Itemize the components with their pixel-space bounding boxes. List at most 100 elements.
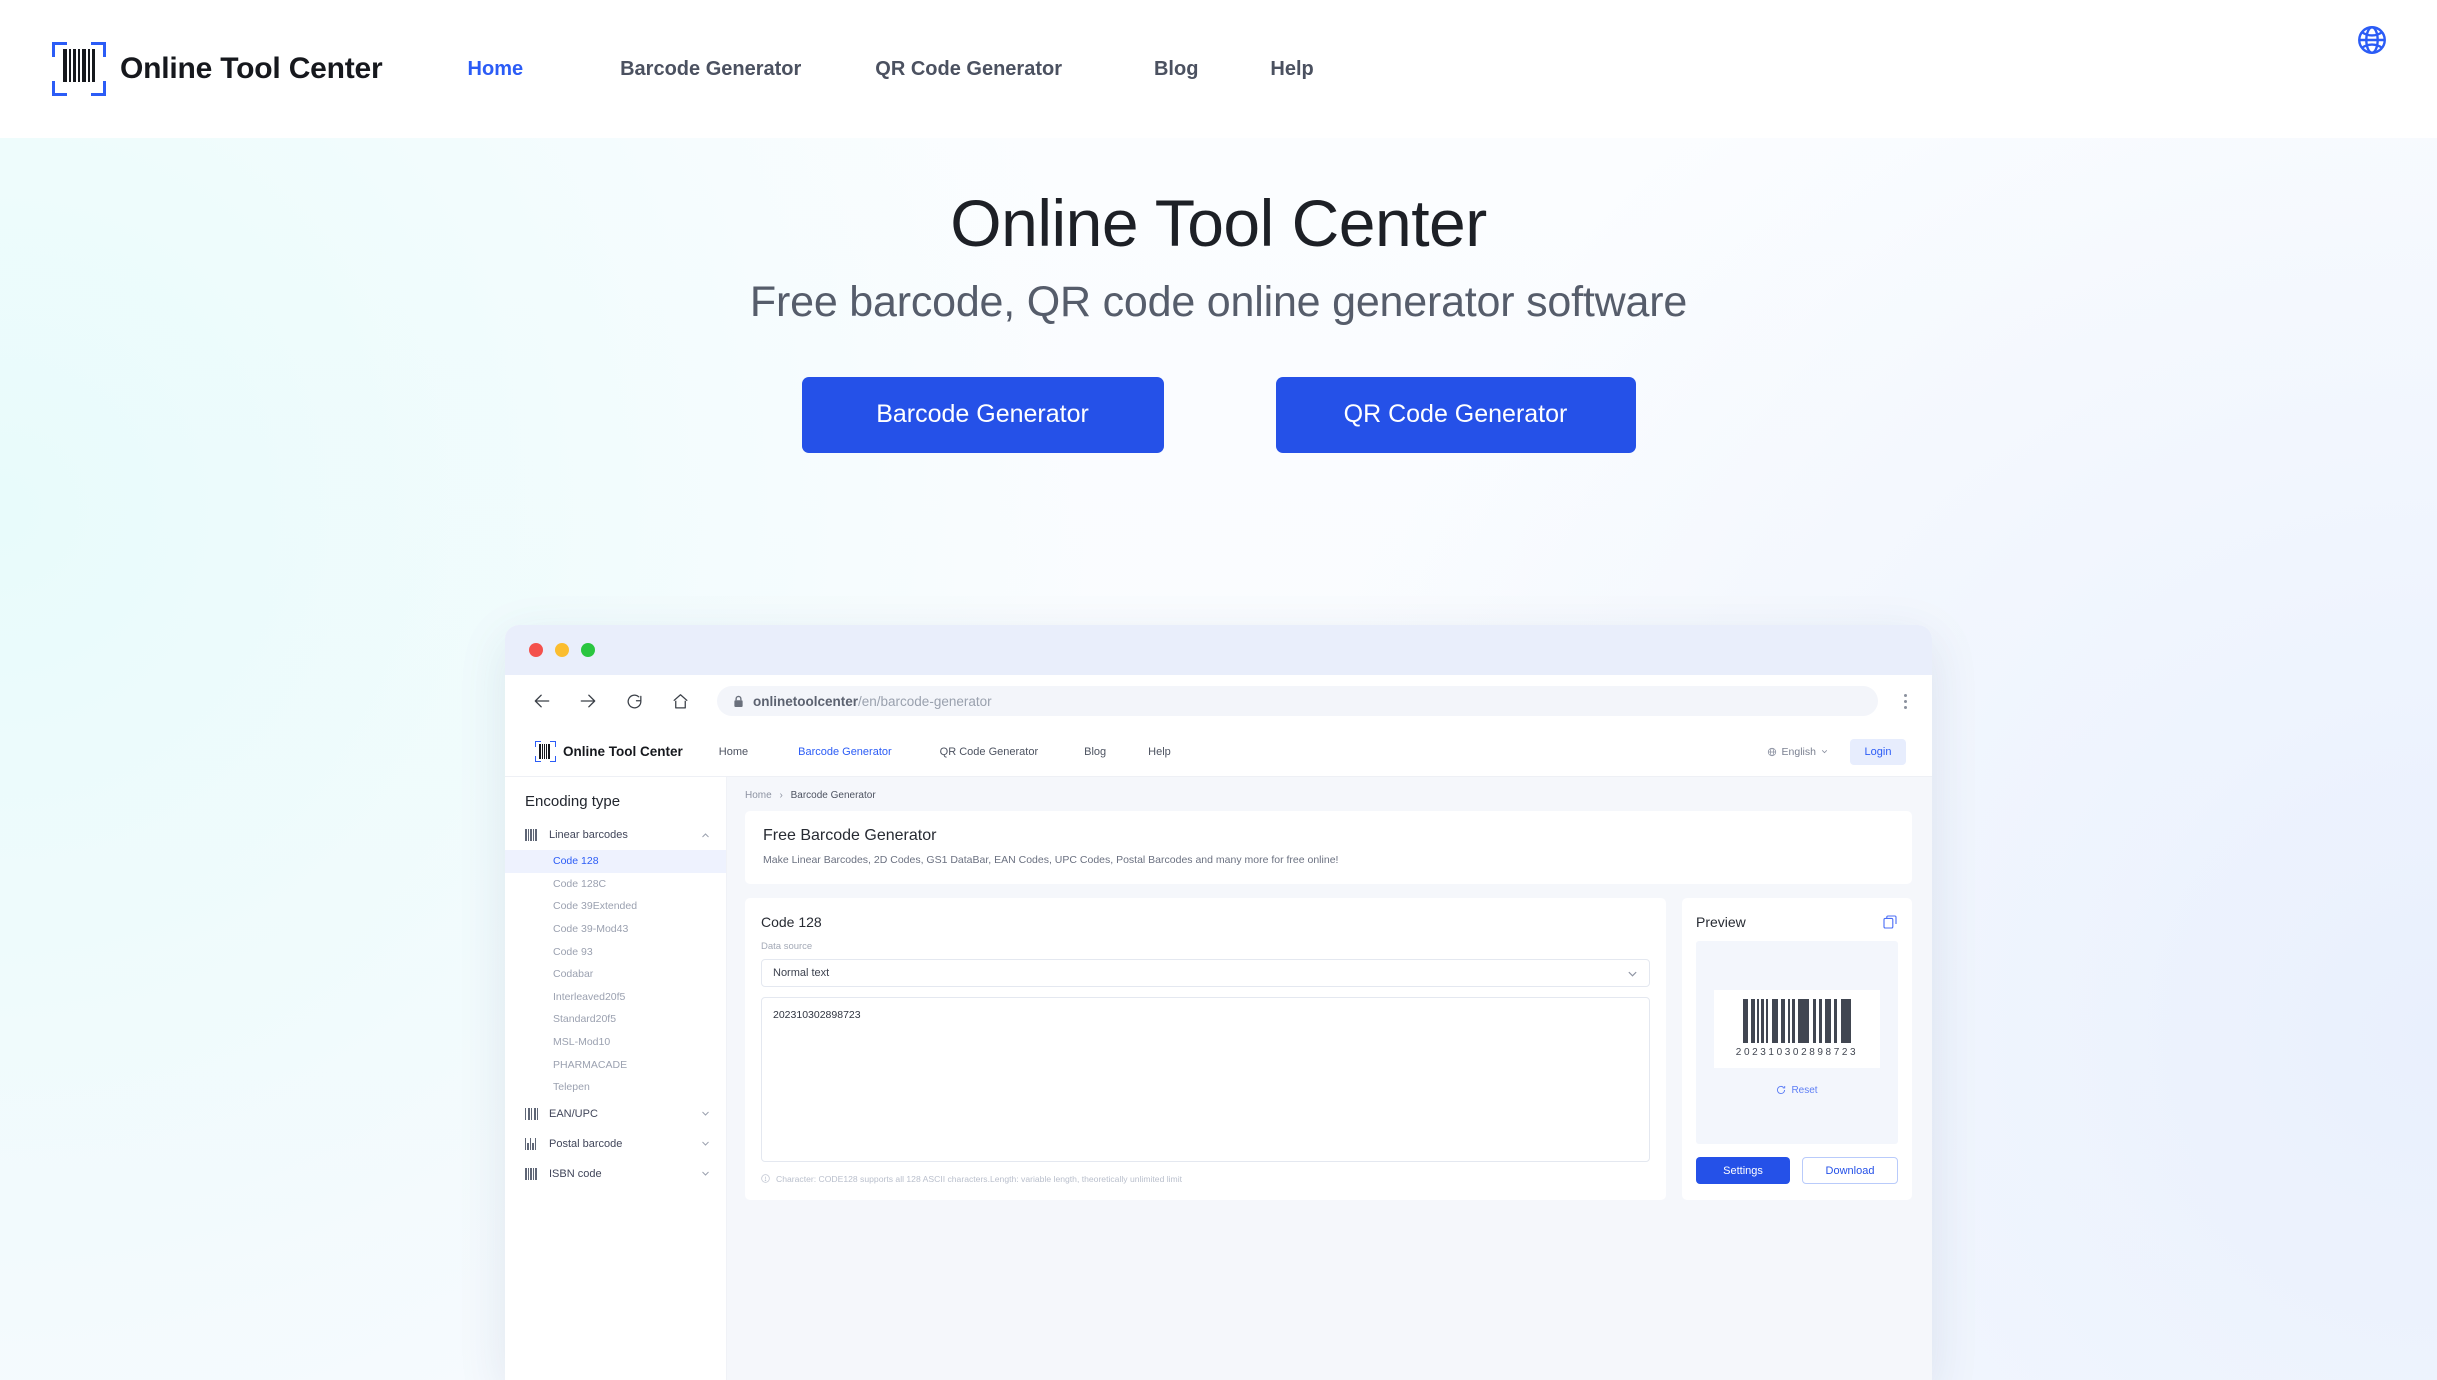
reload-icon[interactable] xyxy=(619,686,649,716)
nav-item-home[interactable]: Home xyxy=(468,50,524,89)
chevron-up-icon xyxy=(702,832,709,837)
mock-barcode-logo-icon xyxy=(535,741,556,762)
barcode-group-icon xyxy=(525,829,539,841)
arrow-left-icon[interactable] xyxy=(527,686,557,716)
barcode-data-input[interactable]: 202310302898723 xyxy=(761,997,1650,1162)
sidebar-item-codabar[interactable]: Codabar xyxy=(505,963,726,986)
mock-site: Online Tool Center Home Barcode Generato… xyxy=(505,727,1932,1380)
sidebar-item-pharmacade[interactable]: PHARMACADE xyxy=(505,1053,726,1076)
nav-item-blog[interactable]: Blog xyxy=(1154,50,1198,89)
url-path: /en/barcode-generator xyxy=(858,693,992,709)
browser-mockup: onlinetoolcenter/en/barcode-generator On… xyxy=(505,625,1932,1380)
data-source-label: Data source xyxy=(761,941,813,952)
preview-actions: Settings Download xyxy=(1696,1157,1898,1184)
panels-row: Code 128 Data source Normal text 2023103… xyxy=(745,898,1912,1200)
sidebar-item-telepen[interactable]: Telepen xyxy=(505,1076,726,1099)
sidebar-group-label: Linear barcodes xyxy=(549,829,628,841)
arrow-right-icon[interactable] xyxy=(573,686,603,716)
chevron-down-icon xyxy=(702,1141,709,1146)
mock-nav-barcode-generator[interactable]: Barcode Generator xyxy=(798,746,892,758)
nav-item-qr-code-generator[interactable]: QR Code Generator xyxy=(875,50,1062,89)
page-root: Online Tool Center Home Barcode Generato… xyxy=(0,0,2437,1380)
language-selector[interactable]: English xyxy=(1767,746,1828,758)
url-host: onlinetoolcenter xyxy=(753,693,859,709)
barcode-image: 202310302898723 xyxy=(1714,989,1880,1068)
download-button[interactable]: Download xyxy=(1802,1157,1898,1184)
sidebar-item-code-128c[interactable]: Code 128C xyxy=(505,873,726,896)
postal-barcode-group-icon xyxy=(525,1137,539,1150)
data-source-select[interactable]: Normal text xyxy=(761,959,1650,987)
kebab-menu-icon[interactable] xyxy=(1896,693,1914,709)
encoding-type-sidebar: Encoding type Linear barcodes Code 128 C… xyxy=(505,777,727,1380)
sidebar-title: Encoding type xyxy=(525,793,621,810)
barcode-bars xyxy=(1743,999,1851,1043)
sidebar-item-code-39-mod43[interactable]: Code 39-Mod43 xyxy=(505,918,726,941)
sidebar-group-ean-upc[interactable]: EAN/UPC xyxy=(505,1099,726,1129)
minimize-window-dot[interactable] xyxy=(555,643,569,657)
sidebar-group-isbn-code[interactable]: ISBN code xyxy=(505,1159,726,1189)
breadcrumb-home[interactable]: Home xyxy=(745,790,772,801)
site-header: Online Tool Center Home Barcode Generato… xyxy=(505,727,1932,777)
preview-title: Preview xyxy=(1696,914,1746,930)
nav-item-barcode-generator[interactable]: Barcode Generator xyxy=(620,50,801,89)
site-logo[interactable]: Online Tool Center xyxy=(52,42,383,96)
mock-nav-help[interactable]: Help xyxy=(1148,746,1171,758)
breadcrumb-current: Barcode Generator xyxy=(790,790,876,801)
sidebar-item-standard20f5[interactable]: Standard20f5 xyxy=(505,1008,726,1031)
preview-panel: Preview 202310302898723 Reset Settings D… xyxy=(1682,898,1912,1200)
address-bar[interactable]: onlinetoolcenter/en/barcode-generator xyxy=(717,686,1878,716)
intro-title: Free Barcode Generator xyxy=(763,827,937,844)
intro-panel: Free Barcode Generator Make Linear Barco… xyxy=(745,811,1912,884)
barcode-digits: 202310302898723 xyxy=(1735,1047,1859,1058)
cta-button-row: Barcode Generator QR Code Generator xyxy=(0,376,2437,453)
barcode-logo-icon xyxy=(52,42,106,96)
mock-site-logo[interactable]: Online Tool Center xyxy=(535,741,683,762)
globe-icon[interactable] xyxy=(2355,23,2389,57)
home-icon[interactable] xyxy=(665,686,695,716)
mock-nav-qr-code-generator[interactable]: QR Code Generator xyxy=(940,746,1038,758)
sidebar-group-label: ISBN code xyxy=(549,1167,602,1180)
sidebar-group-postal-barcode[interactable]: Postal barcode xyxy=(505,1129,726,1159)
breadcrumb: Home › Barcode Generator xyxy=(745,790,1912,801)
sidebar-item-code-39extended[interactable]: Code 39Extended xyxy=(505,895,726,918)
site-body: Encoding type Linear barcodes Code 128 C… xyxy=(505,777,1932,1380)
settings-button[interactable]: Settings xyxy=(1696,1157,1790,1184)
sidebar-group-label: Postal barcode xyxy=(549,1137,623,1150)
lock-icon xyxy=(733,695,744,708)
hero-section: Online Tool Center Free barcode, QR code… xyxy=(0,138,2437,453)
reset-label: Reset xyxy=(1791,1084,1818,1096)
globe-small-icon xyxy=(1767,747,1776,756)
mock-nav-home[interactable]: Home xyxy=(719,746,748,758)
close-window-dot[interactable] xyxy=(529,643,543,657)
sidebar-group-linear-barcodes[interactable]: Linear barcodes xyxy=(505,820,726,850)
reset-icon xyxy=(1777,1085,1786,1094)
barcode-generator-button[interactable]: Barcode Generator xyxy=(801,376,1164,453)
sidebar-group-label: EAN/UPC xyxy=(549,1107,598,1120)
sidebar-item-msl-mod10[interactable]: MSL-Mod10 xyxy=(505,1031,726,1054)
preview-header: Preview xyxy=(1696,914,1898,930)
chevron-down-icon xyxy=(702,1111,709,1116)
copy-icon[interactable] xyxy=(1882,914,1898,930)
maximize-window-dot[interactable] xyxy=(581,643,595,657)
url-text: onlinetoolcenter/en/barcode-generator xyxy=(753,694,992,709)
reset-button[interactable]: Reset xyxy=(1776,1084,1818,1096)
sidebar-item-interleaved20f5[interactable]: Interleaved20f5 xyxy=(505,986,726,1009)
browser-toolbar: onlinetoolcenter/en/barcode-generator xyxy=(505,675,1932,727)
logo-text: Online Tool Center xyxy=(120,52,383,85)
editor-hint-text: Character: CODE128 supports all 128 ASCI… xyxy=(776,1174,1183,1184)
page-subtitle: Free barcode, QR code online generator s… xyxy=(749,277,1688,326)
login-button[interactable]: Login xyxy=(1850,738,1906,765)
editor-panel: Code 128 Data source Normal text 2023103… xyxy=(745,898,1666,1200)
intro-description: Make Linear Barcodes, 2D Codes, GS1 Data… xyxy=(763,854,1339,866)
breadcrumb-separator: › xyxy=(779,790,783,801)
site-header-right: English Login xyxy=(1767,738,1932,765)
isbn-group-icon xyxy=(525,1167,539,1180)
ean-upc-group-icon xyxy=(525,1107,539,1120)
nav-item-help[interactable]: Help xyxy=(1270,50,1313,89)
sidebar-item-code-93[interactable]: Code 93 xyxy=(505,940,726,963)
mock-logo-text: Online Tool Center xyxy=(563,744,683,759)
qr-code-generator-button[interactable]: QR Code Generator xyxy=(1275,376,1636,453)
mock-nav-blog[interactable]: Blog xyxy=(1084,746,1106,758)
data-source-value: Normal text xyxy=(773,967,830,979)
sidebar-item-code-128[interactable]: Code 128 xyxy=(505,850,726,873)
